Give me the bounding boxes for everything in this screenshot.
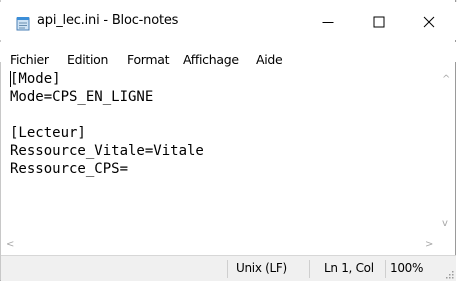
vertical-scrollbar[interactable]: ^ v bbox=[438, 70, 455, 237]
menu-format[interactable]: Format bbox=[127, 52, 170, 67]
notepad-app-icon bbox=[16, 17, 30, 31]
status-bar: Unix (LF) Ln 1, Col 100% bbox=[1, 255, 456, 281]
menu-edition[interactable]: Edition bbox=[67, 52, 108, 67]
editor-line: [Mode] bbox=[10, 71, 61, 87]
text-editor[interactable]: [Mode] Mode=CPS_EN_LIGNE [Lecteur] Resso… bbox=[10, 70, 437, 234]
editor-line: Ressource_CPS= bbox=[10, 161, 129, 177]
status-line-ending: Unix (LF) bbox=[236, 261, 287, 275]
menu-affichage[interactable]: Affichage bbox=[183, 52, 239, 67]
window-title: api_lec.ini - Bloc-notes bbox=[37, 13, 179, 28]
scroll-right-arrow-icon[interactable]: > bbox=[425, 239, 433, 250]
scroll-left-arrow-icon[interactable]: < bbox=[6, 239, 14, 250]
title-bar[interactable]: api_lec.ini - Bloc-notes bbox=[0, 2, 456, 40]
editor-line: Mode=CPS_EN_LIGNE bbox=[10, 89, 154, 105]
scrollbar-corner bbox=[438, 237, 455, 254]
menu-aide[interactable]: Aide bbox=[256, 52, 283, 67]
scroll-down-arrow-icon[interactable]: v bbox=[442, 218, 448, 229]
maximize-button[interactable] bbox=[356, 4, 402, 40]
status-cursor-position: Ln 1, Col bbox=[324, 261, 374, 275]
resize-grip-icon[interactable] bbox=[445, 270, 454, 279]
minimize-icon bbox=[322, 22, 334, 23]
status-separator bbox=[385, 260, 386, 278]
scroll-up-arrow-icon[interactable]: ^ bbox=[442, 74, 450, 85]
menu-bar: Fichier Edition Format Affichage Aide bbox=[0, 42, 456, 67]
editor-line: Ressource_Vitale=Vitale bbox=[10, 143, 204, 159]
status-separator bbox=[227, 260, 228, 278]
minimize-button[interactable] bbox=[305, 4, 351, 40]
status-separator bbox=[309, 260, 310, 278]
close-button[interactable] bbox=[406, 4, 452, 40]
status-zoom: 100% bbox=[390, 261, 424, 275]
close-icon bbox=[423, 16, 435, 28]
editor-line: [Lecteur] bbox=[10, 125, 86, 141]
horizontal-scrollbar[interactable]: < > bbox=[1, 237, 438, 254]
maximize-icon bbox=[373, 16, 385, 28]
text-caret bbox=[10, 71, 11, 87]
menu-fichier[interactable]: Fichier bbox=[10, 52, 49, 67]
